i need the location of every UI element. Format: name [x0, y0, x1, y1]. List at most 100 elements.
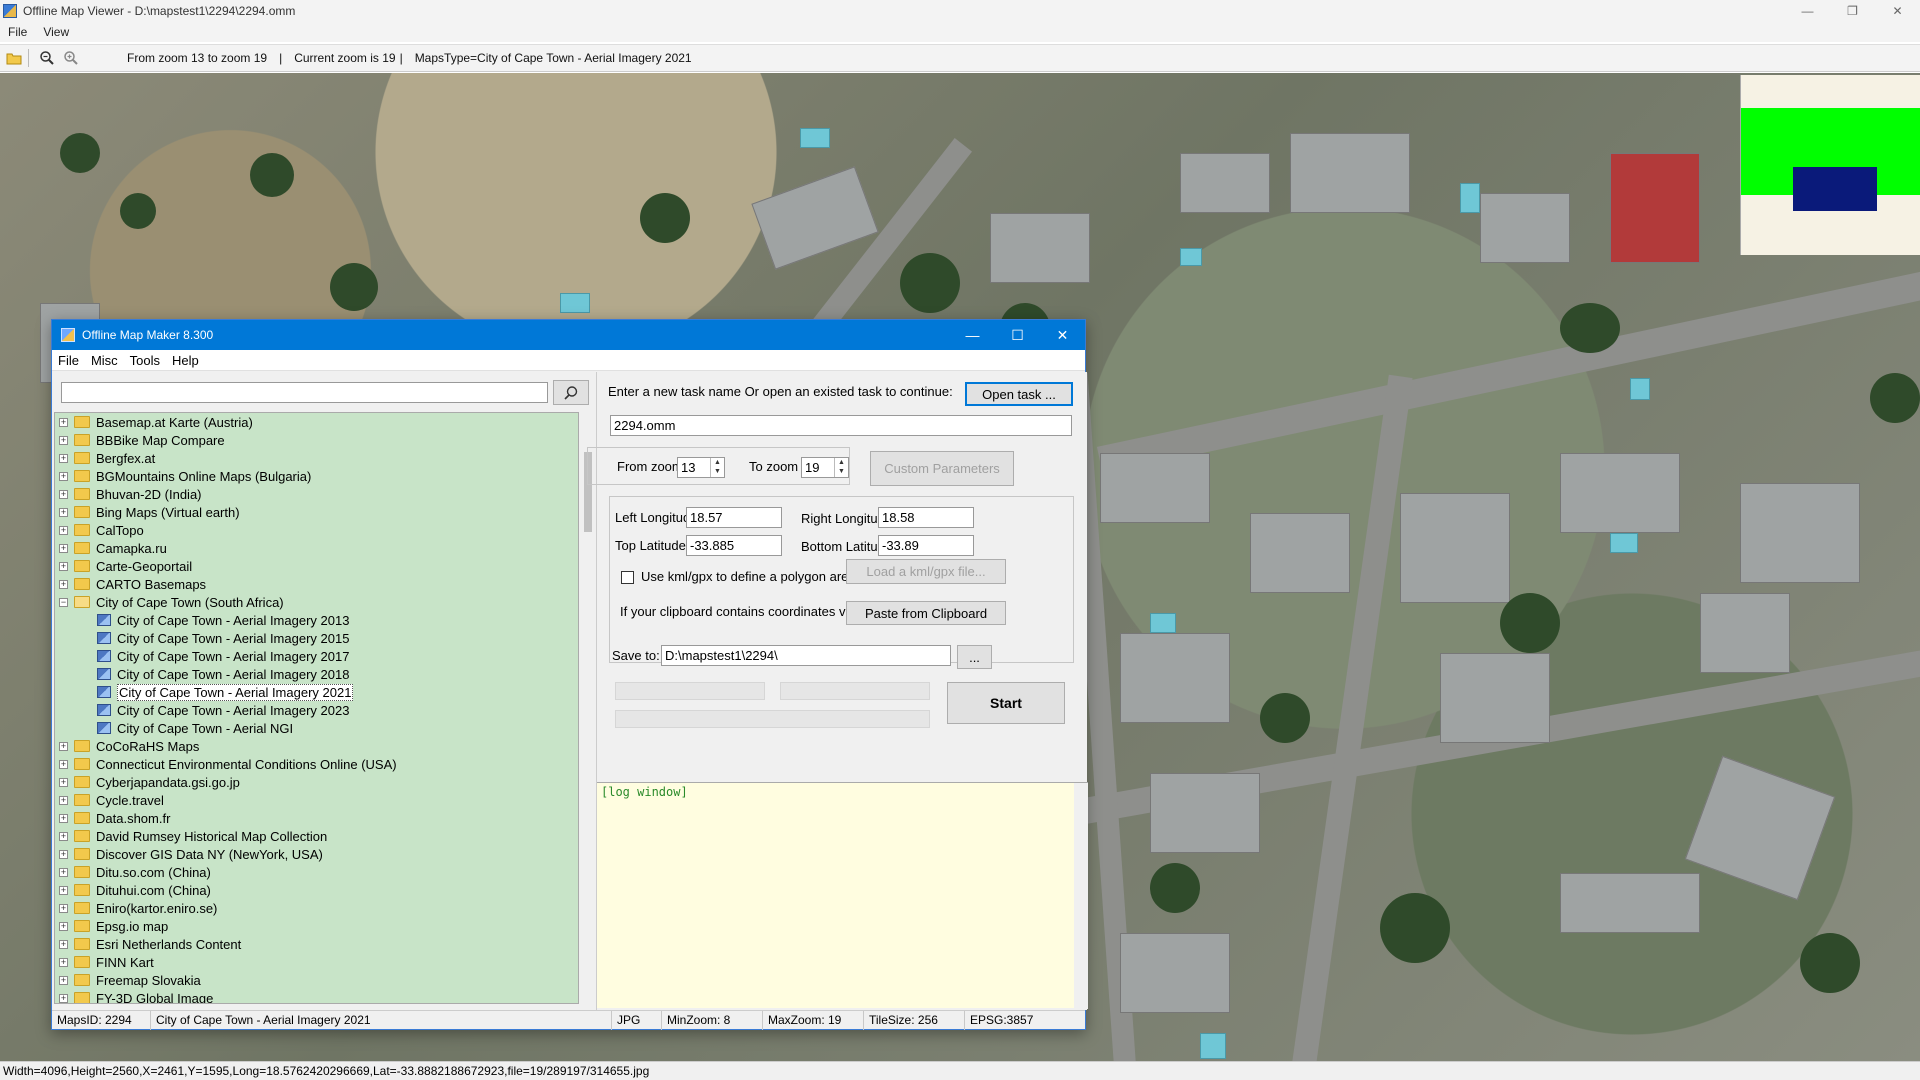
expand-icon[interactable]: +: [59, 777, 68, 787]
tree-node[interactable]: + Bergfex.at: [55, 449, 578, 467]
tree-node[interactable]: − City of Cape Town (South Africa): [55, 593, 578, 611]
expand-icon[interactable]: +: [59, 561, 68, 571]
tree-node[interactable]: + David Rumsey Historical Map Collection: [55, 827, 578, 845]
expand-icon[interactable]: +: [59, 903, 68, 913]
open-folder-icon[interactable]: [4, 48, 24, 68]
tree-leaf[interactable]: City of Cape Town - Aerial Imagery 2023: [55, 701, 578, 719]
log-scrollbar[interactable]: [1074, 783, 1088, 1009]
tree-node[interactable]: + FINN Kart: [55, 953, 578, 971]
expand-icon[interactable]: +: [59, 831, 68, 841]
dialog-close-button[interactable]: ✕: [1040, 320, 1085, 350]
expand-icon[interactable]: +: [59, 993, 68, 1003]
bottom-latitude-input[interactable]: -33.89: [878, 535, 974, 556]
load-kml-button[interactable]: Load a kml/gpx file...: [846, 559, 1006, 584]
expand-icon[interactable]: +: [59, 525, 68, 535]
close-button[interactable]: ✕: [1875, 0, 1920, 22]
to-zoom-spinner[interactable]: 19 ▲ ▼: [801, 457, 849, 478]
tree-leaf[interactable]: City of Cape Town - Aerial Imagery 2015: [55, 629, 578, 647]
tree-node[interactable]: + Dituhui.com (China): [55, 881, 578, 899]
menu-help[interactable]: Help: [166, 353, 205, 368]
menu-view[interactable]: View: [35, 25, 77, 39]
expand-icon[interactable]: +: [59, 867, 68, 877]
search-button[interactable]: [553, 380, 589, 405]
expand-icon[interactable]: +: [59, 741, 68, 751]
tree-node[interactable]: + FY-3D Global Image: [55, 989, 578, 1003]
menu-tools[interactable]: Tools: [124, 353, 166, 368]
menu-misc[interactable]: Misc: [85, 353, 124, 368]
left-longitude-input[interactable]: 18.57: [686, 507, 782, 528]
tree-scrollbar[interactable]: [582, 412, 596, 1004]
open-task-button[interactable]: Open task ...: [965, 382, 1073, 406]
collapse-icon[interactable]: −: [59, 597, 68, 607]
expand-icon[interactable]: +: [59, 975, 68, 985]
save-path-input[interactable]: D:\mapstest1\2294\: [661, 645, 951, 666]
expand-icon[interactable]: +: [59, 885, 68, 895]
tree-leaf[interactable]: City of Cape Town - Aerial Imagery 2013: [55, 611, 578, 629]
expand-icon[interactable]: +: [59, 453, 68, 463]
expand-icon[interactable]: +: [59, 795, 68, 805]
tree-node[interactable]: + Bing Maps (Virtual earth): [55, 503, 578, 521]
to-zoom-arrows[interactable]: ▲ ▼: [834, 458, 848, 477]
task-name-input[interactable]: 2294.omm: [610, 415, 1072, 436]
spin-down-icon[interactable]: ▼: [835, 467, 848, 476]
tree-leaf[interactable]: City of Cape Town - Aerial NGI: [55, 719, 578, 737]
start-button[interactable]: Start: [947, 682, 1065, 724]
expand-icon[interactable]: +: [59, 939, 68, 949]
restore-button[interactable]: ❐: [1830, 0, 1875, 22]
tree-node[interactable]: + Epsg.io map: [55, 917, 578, 935]
spin-up-icon[interactable]: ▲: [711, 458, 724, 467]
tree-node[interactable]: + Discover GIS Data NY (NewYork, USA): [55, 845, 578, 863]
expand-icon[interactable]: +: [59, 579, 68, 589]
tree-leaf[interactable]: City of Cape Town - Aerial Imagery 2021: [55, 683, 578, 701]
expand-icon[interactable]: +: [59, 507, 68, 517]
right-longitude-input[interactable]: 18.58: [878, 507, 974, 528]
spin-down-icon[interactable]: ▼: [711, 467, 724, 476]
tree-node[interactable]: + Cyberjapandata.gsi.go.jp: [55, 773, 578, 791]
expand-icon[interactable]: +: [59, 489, 68, 499]
tree-node[interactable]: + Eniro(kartor.eniro.se): [55, 899, 578, 917]
spin-up-icon[interactable]: ▲: [835, 458, 848, 467]
log-window[interactable]: [log window]: [597, 782, 1088, 1009]
search-input[interactable]: [61, 382, 548, 403]
kml-polygon-checkbox[interactable]: [621, 571, 634, 584]
top-latitude-input[interactable]: -33.885: [686, 535, 782, 556]
expand-icon[interactable]: +: [59, 417, 68, 427]
from-zoom-arrows[interactable]: ▲ ▼: [710, 458, 724, 477]
zoom-out-icon[interactable]: [37, 48, 57, 68]
tree-node[interactable]: + CARTO Basemaps: [55, 575, 578, 593]
expand-icon[interactable]: +: [59, 813, 68, 823]
expand-icon[interactable]: +: [59, 957, 68, 967]
minimize-button[interactable]: —: [1785, 0, 1830, 22]
map-source-tree[interactable]: + Basemap.at Karte (Austria) + BBBike Map C…: [54, 412, 579, 1004]
tree-node[interactable]: + Esri Netherlands Content: [55, 935, 578, 953]
from-zoom-spinner[interactable]: 13 ▲ ▼: [677, 457, 725, 478]
tree-node[interactable]: + CoCoRaHS Maps: [55, 737, 578, 755]
menu-file[interactable]: File: [52, 353, 85, 368]
dialog-minimize-button[interactable]: —: [950, 320, 995, 350]
tree-node[interactable]: + Cycle.travel: [55, 791, 578, 809]
tree-leaf[interactable]: City of Cape Town - Aerial Imagery 2017: [55, 647, 578, 665]
tree-node[interactable]: + Ditu.so.com (China): [55, 863, 578, 881]
menu-file[interactable]: File: [0, 25, 35, 39]
tree-node[interactable]: + Bhuvan-2D (India): [55, 485, 578, 503]
expand-icon[interactable]: +: [59, 543, 68, 553]
dialog-maximize-button[interactable]: ☐: [995, 320, 1040, 350]
tree-node[interactable]: + CalTopo: [55, 521, 578, 539]
expand-icon[interactable]: +: [59, 759, 68, 769]
tree-node[interactable]: + Camapka.ru: [55, 539, 578, 557]
expand-icon[interactable]: +: [59, 921, 68, 931]
zoom-in-icon[interactable]: [61, 48, 81, 68]
expand-icon[interactable]: +: [59, 435, 68, 445]
tree-node[interactable]: + Freemap Slovakia: [55, 971, 578, 989]
expand-icon[interactable]: +: [59, 849, 68, 859]
tree-leaf[interactable]: City of Cape Town - Aerial Imagery 2018: [55, 665, 578, 683]
overview-minimap[interactable]: [1740, 75, 1920, 255]
custom-parameters-button[interactable]: Custom Parameters: [870, 451, 1014, 486]
tree-node[interactable]: + Carte-Geoportail: [55, 557, 578, 575]
browse-button[interactable]: ...: [957, 645, 992, 669]
tree-node[interactable]: + BGMountains Online Maps (Bulgaria): [55, 467, 578, 485]
paste-from-clipboard-button[interactable]: Paste from Clipboard: [846, 601, 1006, 625]
tree-node[interactable]: + BBBike Map Compare: [55, 431, 578, 449]
tree-node[interactable]: + Connecticut Environmental Conditions On…: [55, 755, 578, 773]
tree-node[interactable]: + Basemap.at Karte (Austria): [55, 413, 578, 431]
